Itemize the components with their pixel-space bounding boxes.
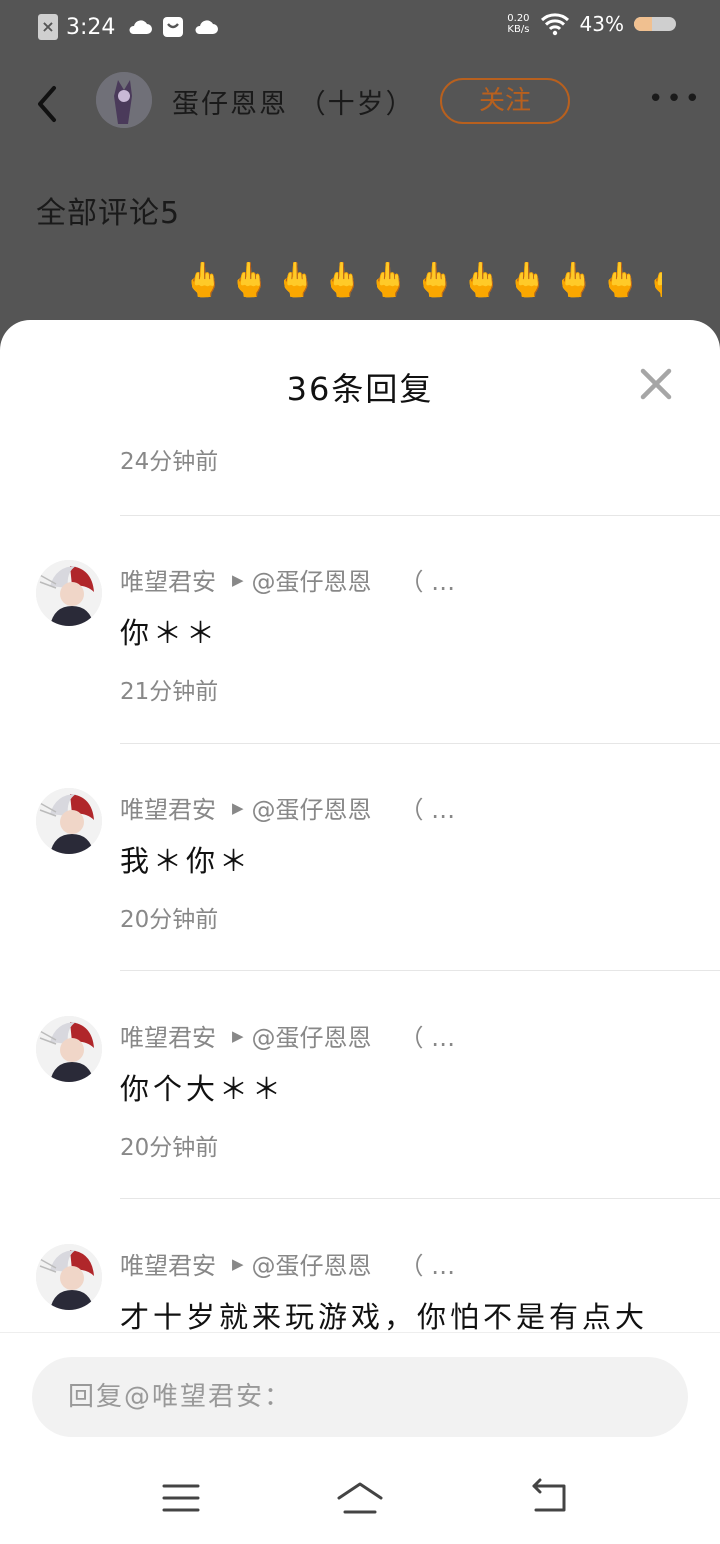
system-nav-bar [0, 1460, 720, 1544]
reply-text: 我＊你＊ [120, 844, 253, 878]
reply-target-ellipsis: （ … [399, 1252, 456, 1280]
reply-target[interactable]: @蛋仔恩恩 [252, 562, 372, 597]
reply-time: 24分钟前 [120, 449, 219, 475]
divider [120, 1198, 720, 1199]
reply-target-ellipsis: （ … [399, 1024, 456, 1052]
reply-item[interactable]: 唯望君安 ▶ @蛋仔恩恩 （ … 你＊＊ 21分钟前 [0, 560, 720, 705]
cloud-sun-icon [129, 20, 153, 34]
reply-item[interactable]: 唯望君安 ▶ @蛋仔恩恩 （ … 我＊你＊ 20分钟前 [0, 788, 720, 933]
reply-target[interactable]: @蛋仔恩恩 [252, 790, 372, 825]
reply-target-ellipsis: （ … [399, 796, 456, 824]
status-right: 0.20 KB/s 43% [507, 12, 676, 36]
avatar[interactable] [36, 1016, 102, 1082]
reply-item[interactable]: 唯望君安 ▶ @蛋仔恩恩 （ … 才十岁就来玩游戏，你怕不是有点大 [0, 1244, 720, 1344]
home-icon[interactable] [335, 1478, 385, 1518]
reply-arrow-icon: ▶ [232, 1026, 244, 1045]
reply-text: 你个大＊＊ [120, 1072, 286, 1106]
reply-author[interactable]: 唯望君安 [120, 1018, 216, 1053]
back-icon[interactable] [524, 1478, 574, 1518]
reply-meta: 唯望君安 ▶ @蛋仔恩恩 （ … [120, 790, 455, 825]
battery-percent: 43% [579, 12, 624, 36]
reply-text: 你＊＊ [120, 616, 220, 650]
avatar[interactable] [36, 1244, 102, 1310]
reply-time: 21分钟前 [120, 679, 219, 705]
reply-time: 20分钟前 [120, 1135, 219, 1161]
reply-author[interactable]: 唯望君安 [120, 1246, 216, 1281]
avatar-art-icon [96, 72, 152, 128]
follow-button[interactable]: 关注 [440, 78, 570, 124]
avatar-art-icon [36, 788, 102, 854]
network-speed-unit: KB/s [507, 24, 530, 35]
divider [120, 970, 720, 971]
status-time: 3:24 [66, 14, 116, 40]
status-bar: × 3:24 0.20 KB/s 43% [0, 0, 720, 56]
more-options-button[interactable]: ••• [648, 84, 700, 114]
user-avatar[interactable] [96, 72, 152, 128]
reply-arrow-icon: ▶ [232, 798, 244, 817]
reply-time: 20分钟前 [120, 907, 219, 933]
page-username: 蛋仔恩恩 （十岁） [172, 89, 415, 120]
reply-arrow-icon: ▶ [232, 1254, 244, 1273]
comment-emoji-row: 🖕🖕🖕🖕🖕🖕🖕🖕🖕🖕🖕 [182, 262, 662, 298]
reply-meta: 唯望君安 ▶ @蛋仔恩恩 （ … [120, 562, 455, 597]
status-left: × 3:24 [38, 14, 219, 40]
avatar-art-icon [36, 1016, 102, 1082]
wifi-icon [540, 13, 569, 36]
avatar[interactable] [36, 560, 102, 626]
divider [120, 743, 720, 744]
network-speed: 0.20 KB/s [507, 13, 529, 35]
reply-target[interactable]: @蛋仔恩恩 [252, 1018, 372, 1053]
sheet-title: 36条回复 [286, 370, 434, 408]
reply-author[interactable]: 唯望君安 [120, 790, 216, 825]
reply-meta: 唯望君安 ▶ @蛋仔恩恩 （ … [120, 1018, 455, 1053]
reply-item[interactable]: 唯望君安 ▶ @蛋仔恩恩 （ … 你个大＊＊ 20分钟前 [0, 1016, 720, 1161]
reply-input[interactable]: 回复@唯望君安： [32, 1357, 688, 1437]
reply-target-ellipsis: （ … [399, 568, 456, 596]
reply-target[interactable]: @蛋仔恩恩 [252, 1246, 372, 1281]
all-comments-count: 全部评论5 [36, 196, 181, 231]
chevron-left-icon[interactable] [30, 82, 66, 126]
reply-text: 才十岁就来玩游戏，你怕不是有点大 [120, 1300, 649, 1334]
avatar-art-icon [36, 1244, 102, 1310]
reply-meta: 唯望君安 ▶ @蛋仔恩恩 （ … [120, 1246, 455, 1281]
reply-author[interactable]: 唯望君安 [120, 562, 216, 597]
cloud-icon [195, 20, 219, 34]
battery-level [634, 17, 653, 31]
replies-sheet: 36条回复 24分钟前 唯望君安 ▶ @蛋仔恩恩 （ … 你＊＊ 21分钟前 唯… [0, 320, 720, 1544]
shopping-bag-icon [163, 17, 184, 37]
avatar[interactable] [36, 788, 102, 854]
network-speed-value: 0.20 [507, 13, 530, 24]
no-sim-icon: × [38, 14, 58, 40]
close-icon[interactable] [636, 364, 676, 404]
reply-arrow-icon: ▶ [232, 570, 244, 589]
battery-icon [634, 17, 676, 31]
avatar-art-icon [36, 560, 102, 626]
divider [120, 515, 720, 516]
menu-icon[interactable] [156, 1478, 206, 1518]
